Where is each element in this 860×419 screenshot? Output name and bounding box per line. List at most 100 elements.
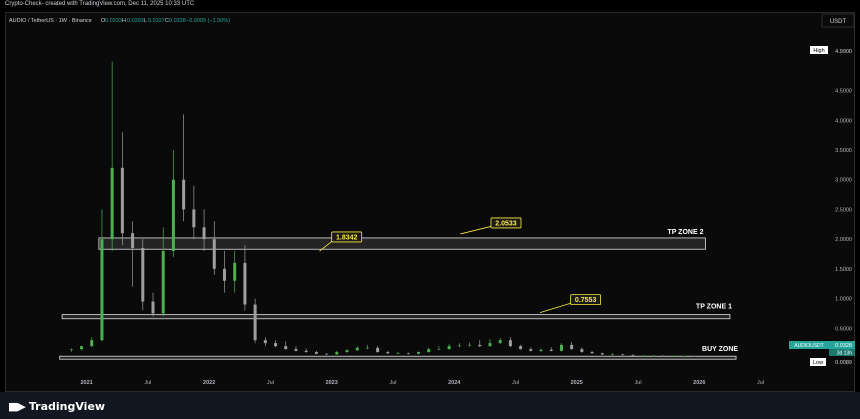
candle-body-55 <box>631 355 635 356</box>
price-tick-3: 2.0000 <box>835 237 852 243</box>
candle-body-54 <box>621 354 625 356</box>
time-tick-9: Jul <box>635 380 642 386</box>
candle-body-1 <box>80 346 84 350</box>
tradingview-logo[interactable]: ■▶ TradingView <box>8 400 105 413</box>
candle-body-17 <box>243 262 247 305</box>
candle-body-16 <box>233 262 237 281</box>
zone-label-1-0: 0.7553 <box>575 297 597 304</box>
candle-body-43 <box>508 340 512 347</box>
candle-body-0 <box>69 349 73 350</box>
time-tick-4: 2023 <box>326 380 338 386</box>
symbol-legend: AUDIO / TetherUS · 1W · Binance O 0.0333… <box>9 18 230 24</box>
time-tick-1: Jul <box>144 380 151 386</box>
zone-label-0-0: 2.0533 <box>495 220 517 227</box>
low-marker: Low 0.0089 <box>810 358 852 366</box>
candle-body-3 <box>100 239 104 341</box>
candle-body-24 <box>314 352 318 354</box>
candle-body-40 <box>478 344 482 347</box>
candle-body-10 <box>171 179 175 252</box>
candle-body-15 <box>222 268 226 281</box>
time-tick-10: 2026 <box>693 380 705 386</box>
candle-body-47 <box>549 349 553 351</box>
candle-body-59 <box>672 356 676 357</box>
candle-body-8 <box>151 301 155 314</box>
candle-body-37 <box>447 346 451 350</box>
ohlc-high-label: H <box>122 18 126 24</box>
price-axis[interactable]: 0.5000 1.0000 1.5000 2.0000 2.5000 3.0000 3.50… <box>835 89 852 333</box>
countdown: 3d 13h <box>837 351 853 357</box>
symbol-title: AUDIO / TetherUS · 1W · Binance <box>9 18 92 24</box>
high-label: High <box>813 48 824 54</box>
price-tick-6: 3.5000 <box>835 148 852 154</box>
price-chart[interactable]: AUDIO / TetherUS · 1W · Binance O 0.0333… <box>6 13 856 393</box>
time-axis[interactable]: 2021 Jul 2022 Jul 2023 Jul 2024 Jul 2025 Jul 2026 J… <box>81 380 765 386</box>
time-tick-2: 2022 <box>203 380 215 386</box>
tradingview-logo-icon: ■▶ <box>8 400 26 413</box>
candle-body-61 <box>692 356 696 357</box>
candle-body-2 <box>90 340 94 347</box>
zones-layer: TP ZONE 2 2.0533 1.8342 TP ZONE 1 0.7553 BUY … <box>59 217 738 360</box>
candle-body-26 <box>335 352 339 355</box>
zone-name-0: TP ZONE 2 <box>667 229 703 236</box>
candle-body-13 <box>202 227 206 240</box>
low-label: Low <box>813 360 823 366</box>
candle-body-36 <box>437 349 441 350</box>
candle-body-42 <box>498 340 502 344</box>
candle-body-7 <box>141 248 145 302</box>
zone-rect-0 <box>98 237 706 250</box>
candle-body-33 <box>406 353 410 354</box>
zone-rect-1 <box>61 314 731 320</box>
ohlc-change: −0.0005 (−1.50%) <box>186 18 230 24</box>
candle-body-28 <box>355 347 359 351</box>
price-tick-1: 1.0000 <box>835 297 852 303</box>
price-tick-8: 4.5000 <box>835 89 852 95</box>
candle-body-48 <box>559 344 563 351</box>
price-tick-7: 4.0000 <box>835 118 852 124</box>
price-tick-2: 1.5000 <box>835 267 852 273</box>
candle-body-60 <box>682 356 686 357</box>
candle-body-56 <box>641 355 645 357</box>
attribution-text: Crypto-Check- created with TradingView.c… <box>5 1 195 7</box>
low-value: 0.0089 <box>835 360 852 366</box>
zone-name-2: BUY ZONE <box>702 346 738 353</box>
candle-body-52 <box>600 353 604 355</box>
candle-body-45 <box>529 349 533 351</box>
currency-label: USDT <box>830 19 847 25</box>
candle-body-34 <box>416 352 420 354</box>
candle-body-4 <box>110 167 114 240</box>
candle-body-38 <box>457 345 461 347</box>
candle-body-44 <box>519 346 523 350</box>
tradingview-wordmark: TradingView <box>28 400 106 413</box>
candle-body-6 <box>131 233 135 249</box>
candles-layer <box>69 61 696 358</box>
candle-body-19 <box>263 340 267 344</box>
candle-body-11 <box>182 179 186 210</box>
candle-body-50 <box>580 349 584 353</box>
candle-body-32 <box>396 353 400 354</box>
candle-body-22 <box>294 349 298 351</box>
last-price-marker: AUDIOUSDT 0.0328 3d 13h <box>789 341 855 357</box>
ohlc-low-label: L <box>144 18 147 24</box>
candle-body-21 <box>284 346 288 350</box>
candle-body-46 <box>539 349 543 351</box>
candle-body-14 <box>212 239 216 269</box>
candle-body-41 <box>488 343 492 347</box>
zone-label-0-1: 1.8342 <box>336 234 358 241</box>
candle-body-9 <box>161 251 165 314</box>
zone-label-pointer-1-0 <box>539 302 573 313</box>
candle-body-29 <box>365 347 369 349</box>
candle-body-18 <box>253 304 257 341</box>
ohlc-high: 0.0393 <box>127 18 144 24</box>
candle-body-31 <box>386 352 390 354</box>
candle-body-49 <box>570 344 574 350</box>
chart-frame[interactable]: AUDIO / TetherUS · 1W · Binance O 0.0333… <box>5 12 855 392</box>
candle-body-12 <box>192 209 196 228</box>
ohlc-open: 0.0333 <box>105 18 122 24</box>
candle-body-39 <box>468 344 472 346</box>
candle-body-23 <box>304 350 308 353</box>
ohlc-close: 0.0328 <box>169 18 186 24</box>
attribution-bar: Crypto-Check- created with TradingView.c… <box>0 0 860 12</box>
time-tick-0: 2021 <box>81 380 93 386</box>
zone-label-pointer-0-0 <box>460 225 494 235</box>
candle-body-30 <box>376 347 380 353</box>
